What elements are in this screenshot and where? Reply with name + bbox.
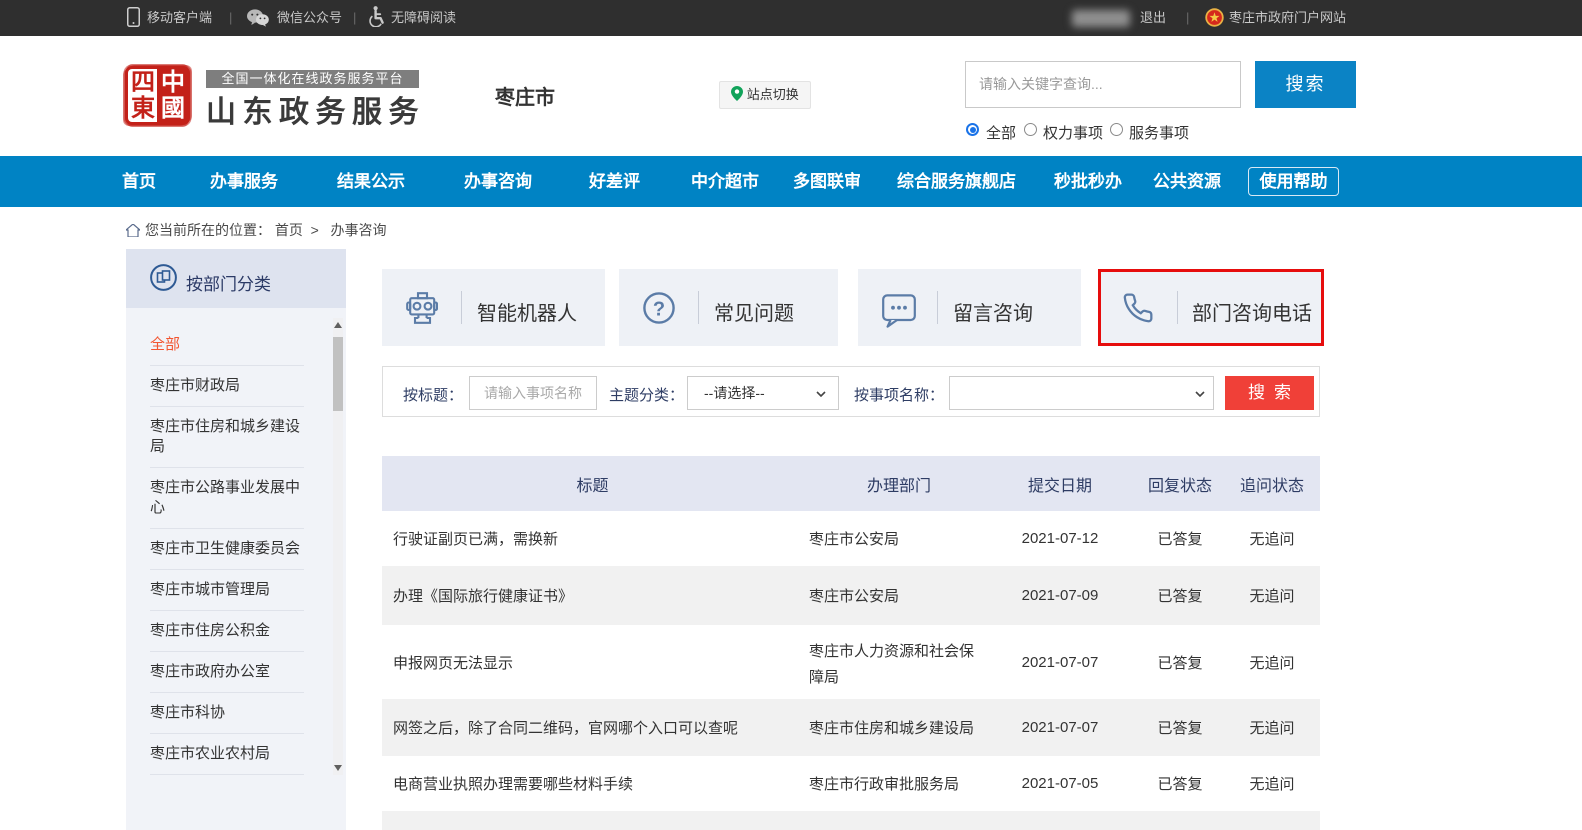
svg-text:?: ? bbox=[653, 299, 665, 321]
